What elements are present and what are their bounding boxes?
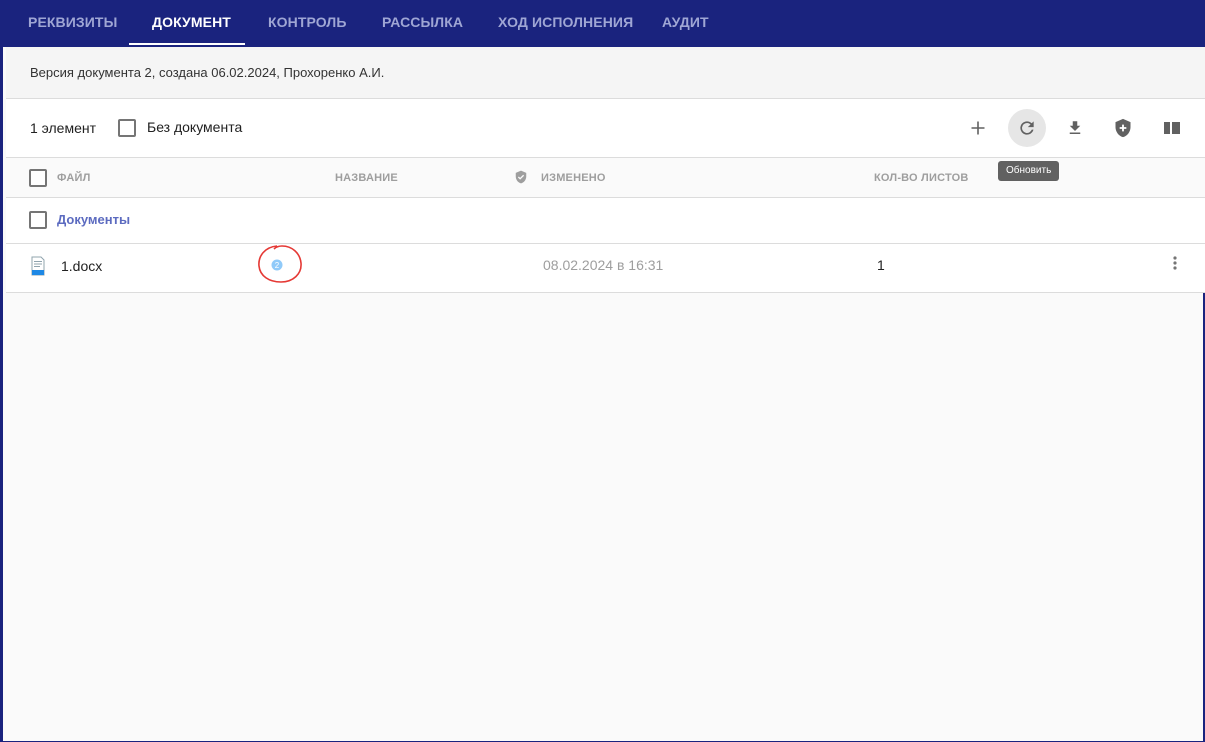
refresh-button[interactable] bbox=[1008, 109, 1046, 147]
tab-progress[interactable]: ХОД ИСПОЛНЕНИЯ bbox=[498, 0, 633, 46]
refresh-icon bbox=[1020, 121, 1034, 135]
column-header-file[interactable]: ФАЙЛ bbox=[57, 172, 90, 184]
more-vert-icon[interactable] bbox=[1166, 253, 1184, 275]
group-row[interactable]: Документы bbox=[6, 198, 1205, 244]
file-name[interactable]: 1.docx bbox=[61, 258, 102, 274]
group-label[interactable]: Документы bbox=[57, 212, 130, 227]
download-icon bbox=[1069, 121, 1081, 134]
column-header-sheets[interactable]: КОЛ-ВО ЛИСТОВ bbox=[874, 172, 969, 184]
tab-mailing[interactable]: РАССЫЛКА bbox=[382, 0, 463, 46]
annotation-circle bbox=[258, 245, 302, 283]
table-toolbar: 1 элемент Без документа bbox=[6, 99, 1205, 158]
shield-check-icon bbox=[515, 170, 527, 184]
group-checkbox[interactable] bbox=[29, 211, 47, 229]
no-document-checkbox[interactable] bbox=[118, 119, 136, 137]
column-header-name[interactable]: НАЗВАНИЕ bbox=[335, 172, 398, 184]
columns-button[interactable] bbox=[1153, 109, 1191, 147]
tab-requisites[interactable]: РЕКВИЗИТЫ bbox=[28, 0, 117, 46]
column-header-modified[interactable]: ИЗМЕНЕНО bbox=[541, 172, 606, 184]
refresh-tooltip: Обновить bbox=[998, 161, 1060, 181]
add-button[interactable] bbox=[959, 109, 997, 147]
tab-document[interactable]: ДОКУМЕНТ bbox=[152, 0, 231, 46]
version-info-text: Версия документа 2, создана 06.02.2024, … bbox=[30, 65, 385, 80]
modified-date: 08.02.2024 в 16:31 bbox=[543, 257, 664, 273]
table-row[interactable]: 1.docx 2 08.02.2024 в 16:31 1 bbox=[6, 244, 1205, 293]
sheet-count: 1 bbox=[877, 257, 885, 273]
docx-file-icon bbox=[31, 256, 45, 276]
add-signature-button[interactable] bbox=[1104, 109, 1142, 147]
columns-icon bbox=[1164, 122, 1180, 134]
item-count: 1 элемент bbox=[30, 120, 97, 136]
tab-audit[interactable]: АУДИТ bbox=[662, 0, 709, 46]
select-all-checkbox[interactable] bbox=[29, 169, 47, 187]
version-info-panel: Версия документа 2, создана 06.02.2024, … bbox=[6, 47, 1205, 99]
download-button[interactable] bbox=[1056, 109, 1094, 147]
tab-control[interactable]: КОНТРОЛЬ bbox=[268, 0, 346, 46]
active-tab-indicator bbox=[129, 43, 245, 45]
app-window: РЕКВИЗИТЫ ДОКУМЕНТ КОНТРОЛЬ РАССЫЛКА ХОД… bbox=[0, 0, 1205, 742]
no-document-label: Без документа bbox=[147, 119, 243, 135]
shield-plus-icon bbox=[1115, 118, 1131, 138]
tab-bar: РЕКВИЗИТЫ ДОКУМЕНТ КОНТРОЛЬ РАССЫЛКА ХОД… bbox=[3, 0, 1205, 47]
plus-icon bbox=[971, 121, 985, 135]
